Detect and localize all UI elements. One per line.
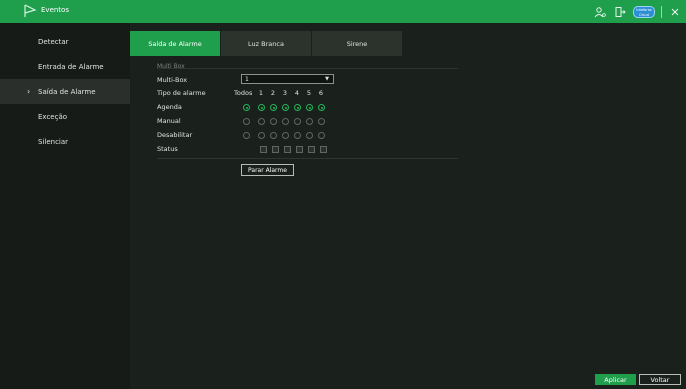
disable-radio-4[interactable]: [294, 132, 301, 139]
agenda-radio-4[interactable]: [294, 104, 301, 111]
channel-header-5: 5: [306, 89, 312, 97]
titlebar-divider: [661, 5, 662, 18]
todos-header: Todos: [234, 89, 253, 97]
stop-alarm-button[interactable]: Parar Alarme: [241, 164, 294, 176]
channel-header-6: 6: [318, 89, 324, 97]
alarm-type-label: Tipo de alarme: [157, 89, 206, 97]
form-divider: [157, 158, 458, 159]
agenda-radio-2[interactable]: [270, 104, 277, 111]
manual-radio-2[interactable]: [270, 118, 277, 125]
status-indicator-1: [260, 146, 267, 153]
status-indicator-2: [272, 146, 279, 153]
back-button[interactable]: Voltar: [639, 374, 681, 385]
multibox-select[interactable]: 1 ▼: [241, 74, 334, 84]
tab-bar: Saída de Alarme Luz Branca Sirene: [130, 31, 403, 56]
manual-radio-3[interactable]: [282, 118, 289, 125]
sidebar-item-entrada-de-alarme[interactable]: Entrada de Alarme: [0, 54, 130, 79]
disable-radio-5[interactable]: [306, 132, 313, 139]
disable-radio-6[interactable]: [318, 132, 325, 139]
disable-label: Desabilitar: [157, 131, 193, 139]
tab-saida-de-alarme[interactable]: Saída de Alarme: [130, 31, 220, 56]
title-bar: Eventos Intelbras Cloud: [0, 0, 686, 23]
apply-button[interactable]: Aplicar: [595, 374, 636, 385]
manual-radio-6[interactable]: [318, 118, 325, 125]
tab-sirene[interactable]: Sirene: [312, 31, 402, 56]
main-panel: Saída de Alarme Luz Branca Sirene Multi …: [130, 23, 686, 389]
agenda-radio-6[interactable]: [318, 104, 325, 111]
chevron-right-icon: ›: [27, 87, 31, 96]
sidebar-item-label: Silenciar: [38, 137, 69, 146]
channel-header-1: 1: [258, 89, 264, 97]
section-divider: [157, 68, 458, 69]
logo-icon: [24, 4, 37, 17]
sidebar-item-saida-de-alarme[interactable]: › Saída de Alarme: [0, 79, 130, 104]
agenda-radio-1[interactable]: [258, 104, 265, 111]
manual-label: Manual: [157, 117, 181, 125]
multibox-value: 1: [245, 76, 249, 83]
sidebar-item-label: Exceção: [38, 112, 68, 121]
status-indicator-4: [296, 146, 303, 153]
manual-radio-4[interactable]: [294, 118, 301, 125]
status-indicator-3: [284, 146, 291, 153]
sidebar-item-label: Entrada de Alarme: [38, 62, 104, 71]
agenda-label: Agenda: [157, 103, 182, 111]
sidebar-item-detectar[interactable]: Detectar: [0, 29, 130, 54]
agenda-radio-3[interactable]: [282, 104, 289, 111]
tab-luz-branca[interactable]: Luz Branca: [221, 31, 311, 56]
chevron-down-icon: ▼: [325, 76, 329, 82]
logout-icon[interactable]: [613, 5, 627, 19]
user-icon[interactable]: [593, 5, 607, 19]
multibox-label: Multi-Box: [157, 76, 188, 84]
status-indicator-5: [308, 146, 315, 153]
channel-header-2: 2: [270, 89, 276, 97]
sidebar: Detectar Entrada de Alarme › Saída de Al…: [0, 23, 130, 389]
sidebar-item-silenciar[interactable]: Silenciar: [0, 129, 130, 154]
manual-todos-radio[interactable]: [243, 118, 250, 125]
window-title: Eventos: [41, 6, 69, 14]
agenda-todos-radio[interactable]: [243, 104, 250, 111]
sidebar-item-excecao[interactable]: Exceção: [0, 104, 130, 129]
sidebar-item-label: Detectar: [38, 37, 69, 46]
close-icon[interactable]: [668, 5, 682, 19]
cloud-icon[interactable]: Intelbras Cloud: [633, 5, 655, 18]
sidebar-item-label: Saída de Alarme: [38, 87, 96, 96]
manual-radio-5[interactable]: [306, 118, 313, 125]
disable-radio-3[interactable]: [282, 132, 289, 139]
status-label: Status: [157, 145, 178, 153]
disable-radio-1[interactable]: [258, 132, 265, 139]
channel-header-3: 3: [282, 89, 288, 97]
channel-header-4: 4: [294, 89, 300, 97]
manual-radio-1[interactable]: [258, 118, 265, 125]
status-indicator-6: [320, 146, 327, 153]
agenda-radio-5[interactable]: [306, 104, 313, 111]
disable-todos-radio[interactable]: [243, 132, 250, 139]
disable-radio-2[interactable]: [270, 132, 277, 139]
